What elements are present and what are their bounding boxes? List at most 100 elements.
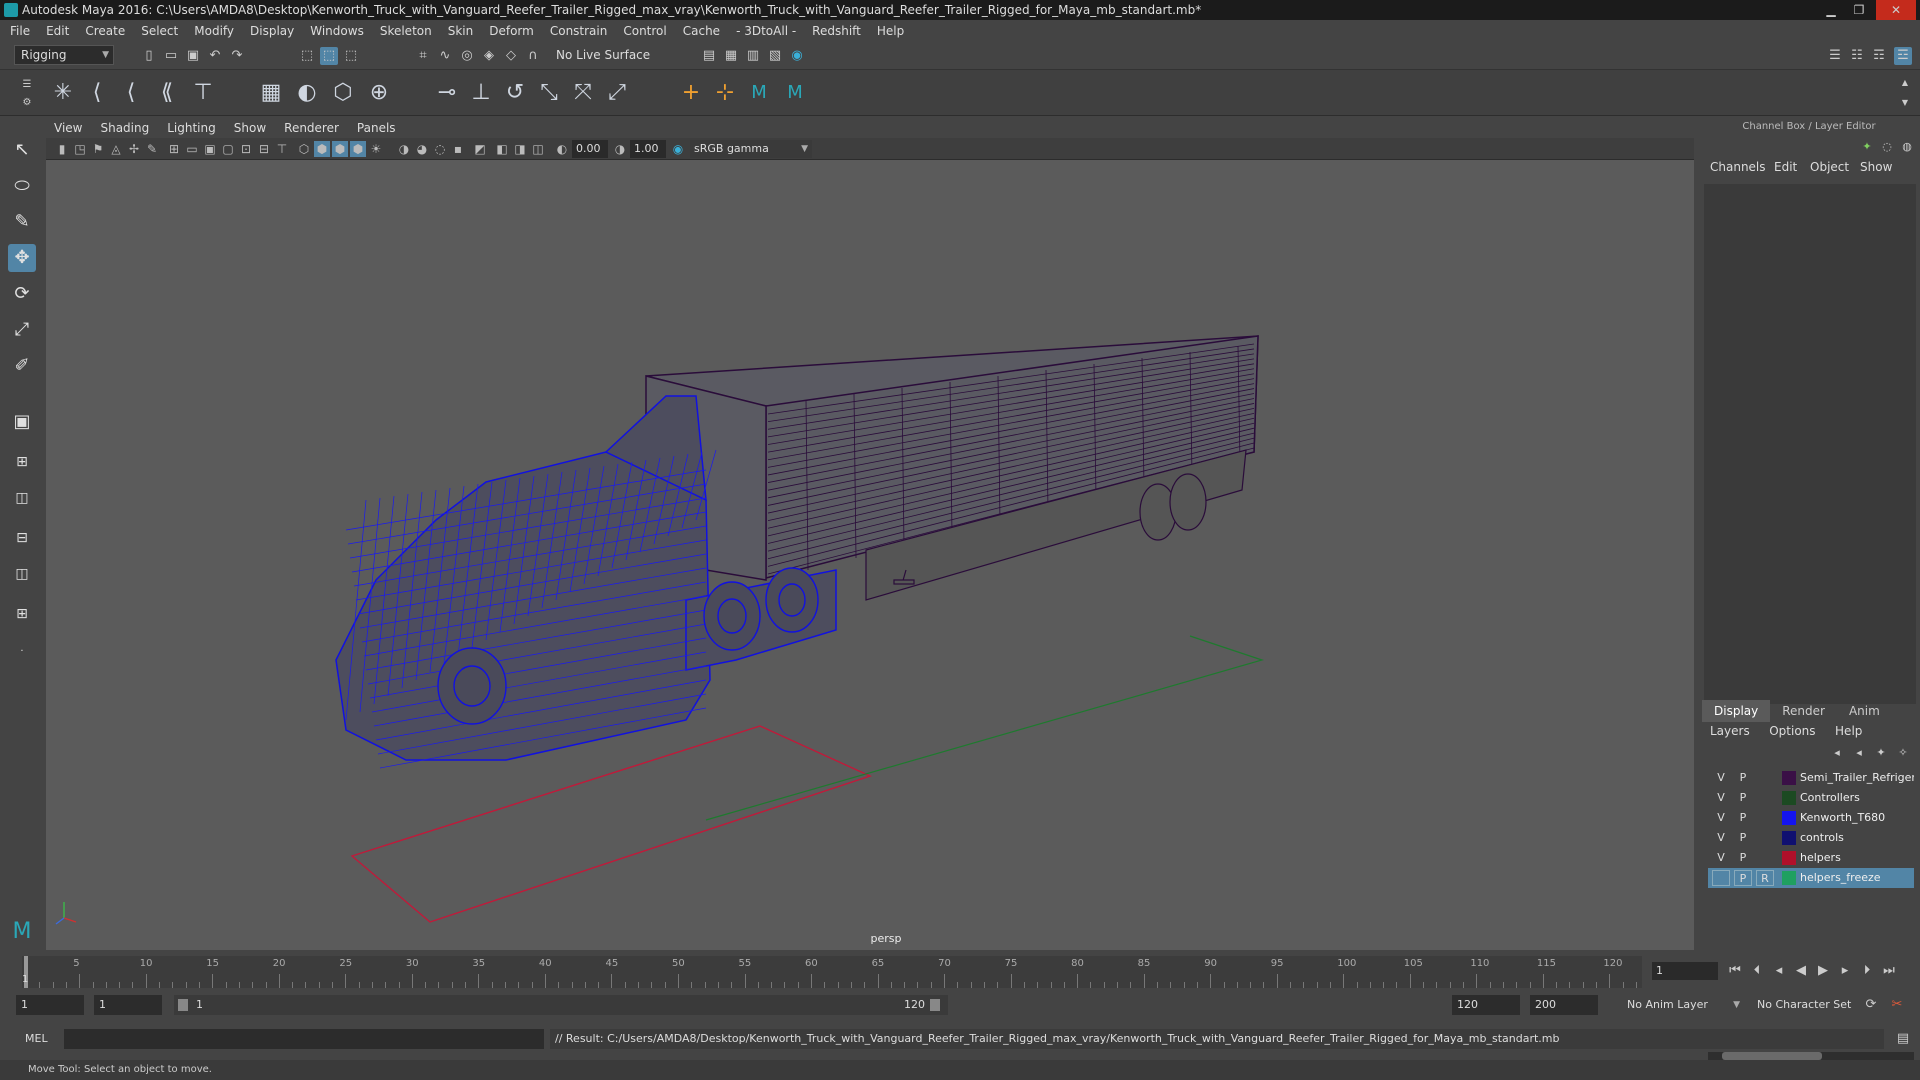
xray-components-icon[interactable]: ◫ [530,141,546,157]
grid-toggle-icon[interactable]: ⊞ [166,141,182,157]
script-editor-icon[interactable]: ▤ [1894,1030,1912,1048]
snap-view-icon[interactable]: ◈ [480,47,498,65]
character-set-dropdown[interactable]: No Character Set [1752,995,1870,1015]
tool-settings-icon[interactable]: ☶ [1870,47,1888,65]
vp-menu-panels[interactable]: Panels [357,121,396,135]
menu-deform[interactable]: Deform [489,24,534,38]
snap-curve-icon[interactable]: ∿ [436,47,454,65]
smooth-shade-icon[interactable]: ⬢ [314,141,330,157]
layer-reference-toggle[interactable] [1756,770,1774,786]
perspective-viewport[interactable]: persp [46,160,1694,950]
gamma-field[interactable]: 1.00 [630,140,666,158]
bookmark-icon[interactable]: ⚑ [90,141,106,157]
lattice-icon[interactable]: ⬡ [328,78,358,108]
layer-color-swatch[interactable] [1782,771,1796,785]
current-frame-field[interactable]: 1 [1652,962,1718,980]
menu-display[interactable]: Display [250,24,294,38]
layer-playback-toggle[interactable]: P [1734,770,1752,786]
layer-menu-options[interactable]: Options [1769,724,1815,738]
auto-key-icon[interactable]: ⟳ [1862,996,1880,1014]
shadows-icon[interactable]: ◑ [396,141,412,157]
layer-color-swatch[interactable] [1782,871,1796,885]
attribute-editor-icon[interactable]: ☷ [1848,47,1866,65]
use-lights-icon[interactable]: ☀ [368,141,384,157]
xray-icon[interactable]: ◧ [494,141,510,157]
move-layer-down-icon[interactable]: ◂ [1850,744,1868,762]
gamma-icon[interactable]: ◑ [612,141,628,157]
step-forward-frame-icon[interactable]: ▸ [1836,962,1854,980]
ik-handle-icon[interactable]: ⟨ [82,78,112,108]
vp-menu-lighting[interactable]: Lighting [167,121,216,135]
layer-visibility-toggle[interactable]: V [1712,770,1730,786]
both-toggle-icon[interactable]: ◍ [1898,138,1916,156]
resolution-gate-icon[interactable]: ▣ [202,141,218,157]
gate-mask-icon[interactable]: ▢ [220,141,236,157]
vp-menu-renderer[interactable]: Renderer [284,121,339,135]
new-layer-selected-icon[interactable]: ✧ [1894,744,1912,762]
tab-display[interactable]: Display [1702,700,1771,722]
menu-cache[interactable]: Cache [683,24,720,38]
last-tool-icon[interactable]: ✐ [8,352,36,380]
motion-blur-icon[interactable]: ◌ [432,141,448,157]
script-language-label[interactable]: MEL [20,1029,60,1049]
command-input[interactable] [64,1029,544,1049]
range-end-handle[interactable] [930,999,940,1011]
layer-row-selected[interactable]: P R helpers_freeze [1708,868,1914,888]
live-surface-field[interactable]: No Live Surface [550,46,654,66]
modeling-toolkit-icon[interactable]: ☰ [1826,47,1844,65]
film-gate-icon[interactable]: ▭ [184,141,200,157]
point-constraint-icon[interactable]: ⊸ [432,78,462,108]
layer-reference-toggle[interactable]: R [1756,870,1774,886]
menu-help[interactable]: Help [877,24,904,38]
rotate-tool-icon[interactable]: ⟳ [8,280,36,308]
pole-vector-icon[interactable]: ⤢ [602,78,632,108]
layer-visibility-toggle[interactable]: V [1712,810,1730,826]
paint-select-icon[interactable]: ✎ [8,208,36,236]
anti-aliasing-icon[interactable]: ▪ [450,141,466,157]
menu-constrain[interactable]: Constrain [550,24,608,38]
orient-joint-icon[interactable]: ⊤ [188,78,218,108]
layer-row[interactable]: V P Kenworth_T680 [1708,808,1914,828]
step-back-key-icon[interactable]: ⏴ [1748,962,1766,980]
anim-layer-dropdown[interactable]: No Anim Layer ▼ [1622,995,1742,1015]
end-time-field[interactable]: 200 [1530,995,1598,1015]
safe-title-icon[interactable]: ⊤ [274,141,290,157]
scroll-up-icon[interactable]: ▲ [1896,74,1914,92]
cb-menu-edit[interactable]: Edit [1774,160,1797,174]
range-start-handle[interactable] [178,999,188,1011]
select-object-icon[interactable]: ⬚ [320,47,338,65]
cluster-icon[interactable]: ⊕ [364,78,394,108]
step-forward-key-icon[interactable]: ⏵ [1858,962,1876,980]
outliner-layout-icon[interactable]: ⊞ [8,600,36,628]
layer-reference-toggle[interactable] [1756,830,1774,846]
parent-constraint-icon[interactable]: ⤧ [568,78,598,108]
scrollbar-thumb[interactable] [1722,1052,1822,1060]
menu-control[interactable]: Control [623,24,666,38]
layer-visibility-toggle[interactable]: V [1712,790,1730,806]
cb-menu-show[interactable]: Show [1860,160,1892,174]
wireframe-icon[interactable]: ⬡ [296,141,312,157]
cb-menu-channels[interactable]: Channels [1710,160,1766,174]
menu-create[interactable]: Create [85,24,125,38]
aim-constraint-icon[interactable]: ⊥ [466,78,496,108]
menu-skeleton[interactable]: Skeleton [380,24,432,38]
maya-script-icon-2[interactable]: M [780,78,810,108]
snap-grid-icon[interactable]: ⌗ [414,47,432,65]
layer-reference-toggle[interactable] [1756,850,1774,866]
scale-tool-icon[interactable]: ⤢ [8,316,36,344]
single-perspective-layout-icon[interactable]: ▣ [8,408,36,436]
layer-row[interactable]: V P Semi_Trailer_Refrigerator [1708,768,1914,788]
joint-tool-icon[interactable]: ✳ [48,78,78,108]
layer-playback-toggle[interactable]: P [1734,810,1752,826]
save-scene-icon[interactable]: ▣ [184,47,202,65]
cb-menu-object[interactable]: Object [1810,160,1849,174]
exposure-field[interactable]: 0.00 [572,140,608,158]
vp-menu-show[interactable]: Show [234,121,266,135]
wireframe-on-shaded-icon[interactable]: ⬢ [332,141,348,157]
hypershade-layout-icon[interactable]: ◫ [8,560,36,588]
menu-edit[interactable]: Edit [46,24,69,38]
layer-menu-layers[interactable]: Layers [1710,724,1750,738]
layer-playback-toggle[interactable]: P [1734,790,1752,806]
channel-box-toggle-icon[interactable]: ✦ [1858,138,1876,156]
undo-icon[interactable]: ↶ [206,47,224,65]
